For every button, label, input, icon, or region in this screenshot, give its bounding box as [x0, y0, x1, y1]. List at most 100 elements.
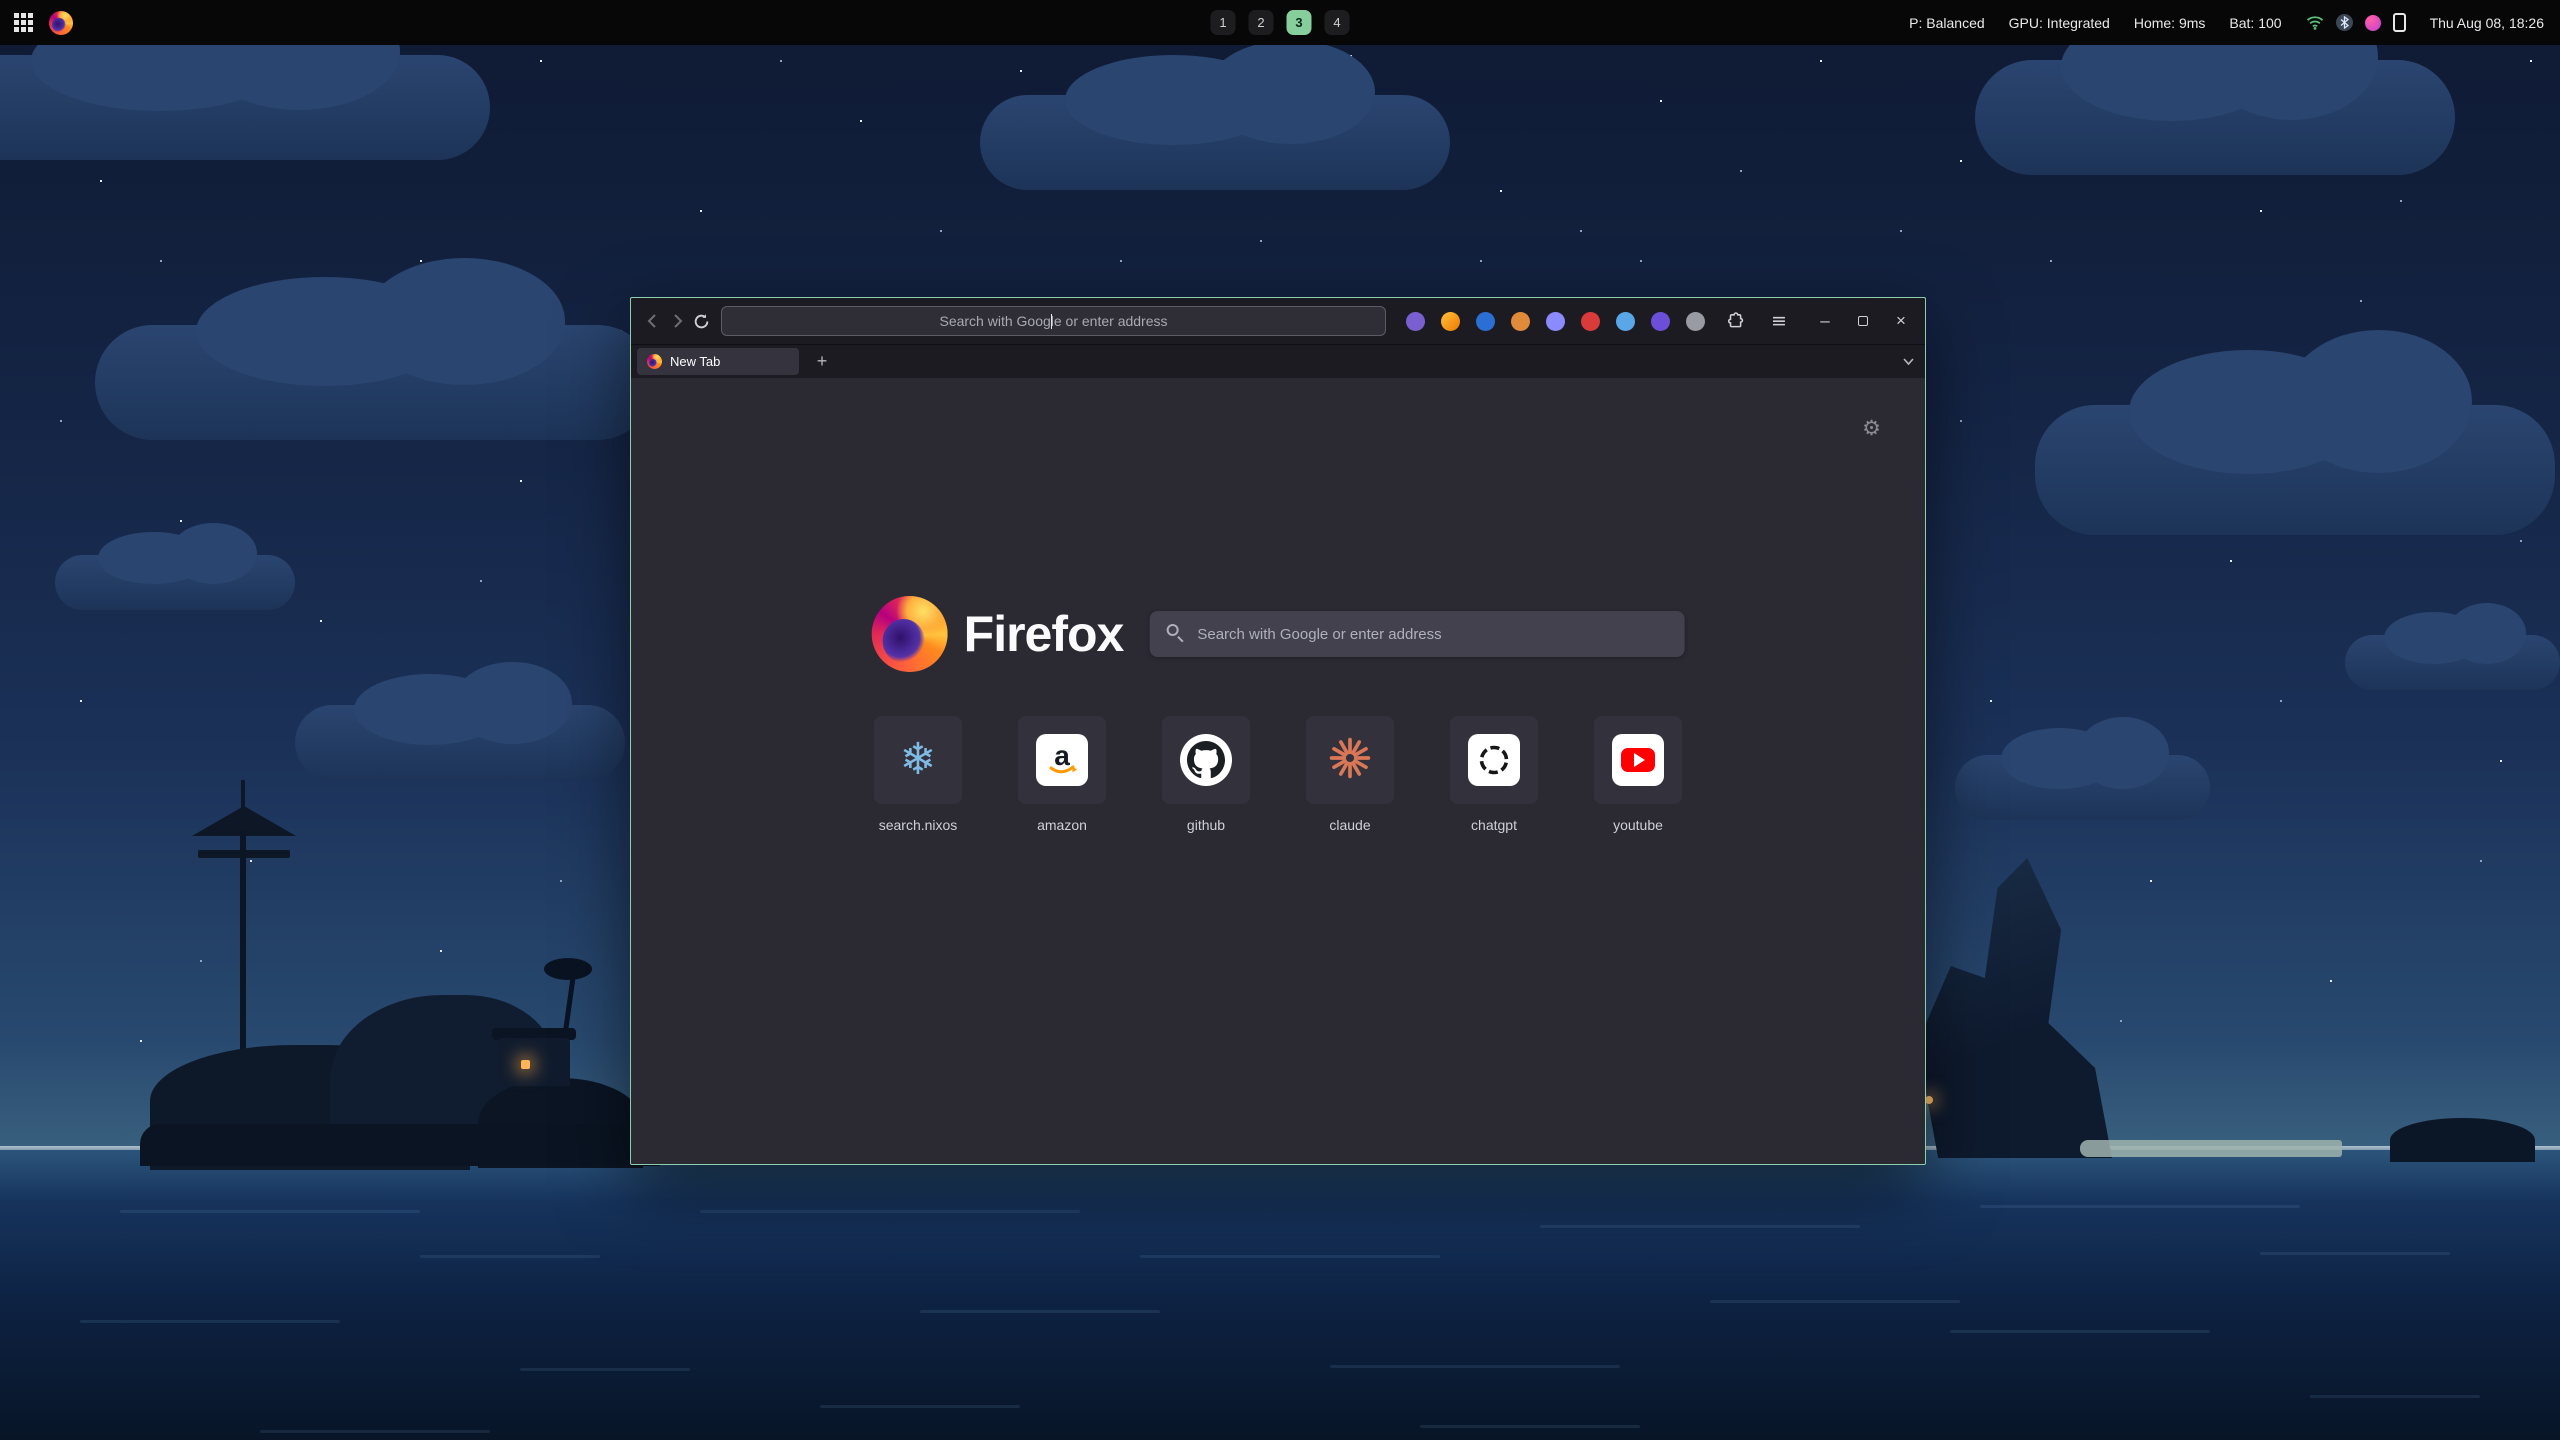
wave-streak — [1980, 1205, 2300, 1208]
wallpaper-palm-tree — [544, 958, 592, 980]
nixos-snowflake-glyph: ❄ — [900, 738, 937, 782]
newtab-settings-gear-icon[interactable]: ⚙ — [1862, 416, 1881, 440]
newtab-search-box — [1149, 611, 1684, 657]
shortcut-label: chatgpt — [1471, 817, 1517, 833]
claude-icon — [1327, 735, 1373, 786]
wave-streak — [260, 1430, 490, 1433]
shortcut-label: github — [1187, 817, 1225, 833]
tab-new-tab[interactable]: New Tab — [637, 348, 799, 375]
topbar-tray — [2306, 13, 2406, 32]
extension-icon-4[interactable] — [1511, 312, 1530, 331]
shortcut-claude[interactable]: claude — [1306, 716, 1394, 833]
new-tab-button[interactable]: + — [809, 349, 835, 375]
app-launcher-icon[interactable] — [14, 13, 33, 32]
chatgpt-icon — [1468, 734, 1520, 786]
tab-favicon-firefox-icon — [647, 354, 662, 369]
svg-text:a: a — [1054, 740, 1070, 771]
extension-icon-9[interactable] — [1686, 312, 1705, 331]
wallpaper-cloud — [55, 555, 295, 610]
wifi-icon[interactable] — [2306, 15, 2324, 30]
extension-icon-2[interactable] — [1441, 312, 1460, 331]
wallpaper-cliff-light — [1925, 1096, 1933, 1104]
i-beam-cursor — [1051, 314, 1052, 329]
wallpaper-far-rock — [2390, 1118, 2535, 1162]
wave-streak — [700, 1210, 1080, 1213]
device-icon[interactable] — [2393, 13, 2406, 32]
wallpaper-beach — [2080, 1140, 2342, 1157]
desktop: 1 2 3 4 P: Balanced GPU: Integrated Home… — [0, 0, 2560, 1440]
workspace-button-1[interactable]: 1 — [1211, 10, 1236, 35]
tab-bar: New Tab + — [631, 344, 1925, 378]
extension-icon-7[interactable] — [1616, 312, 1635, 331]
power-profile-status: P: Balanced — [1909, 15, 1985, 31]
wallpaper-sea — [0, 1150, 2560, 1440]
extension-icon-3[interactable] — [1476, 312, 1495, 331]
amazon-icon: a — [1036, 734, 1088, 786]
minimize-button[interactable]: – — [1813, 309, 1837, 333]
wallpaper-cloud — [95, 325, 655, 440]
window-controls: – × — [1813, 309, 1913, 333]
topbar-left — [0, 11, 73, 35]
wallpaper-cloud — [2345, 635, 2560, 690]
shortcut-amazon[interactable]: a amazon — [1018, 716, 1106, 833]
tab-list-chevron-icon[interactable] — [1902, 357, 1915, 366]
workspace-button-3[interactable]: 3 — [1287, 10, 1312, 35]
wave-streak — [1540, 1225, 1860, 1228]
wave-streak — [120, 1210, 420, 1213]
wallpaper-hut-light — [521, 1060, 530, 1069]
shortcut-tiles: ❄ search.nixos a amazo — [874, 716, 1682, 833]
menu-hamburger-icon[interactable]: ≡ — [1765, 307, 1793, 335]
color-picker-icon[interactable] — [2365, 15, 2381, 31]
nixos-icon: ❄ — [874, 716, 962, 804]
search-icon — [1166, 624, 1178, 636]
firefox-wordmark: Firefox — [964, 605, 1124, 663]
bluetooth-icon[interactable] — [2336, 14, 2353, 31]
extension-icon-6[interactable] — [1581, 312, 1600, 331]
new-tab-page: ⚙ Firefox ❄ search.nixos — [631, 378, 1925, 1164]
github-icon — [1180, 734, 1232, 786]
shortcut-github[interactable]: github — [1162, 716, 1250, 833]
browser-toolbar: ≡ – × — [631, 298, 1925, 344]
wave-streak — [1710, 1300, 1960, 1303]
extension-icon-8[interactable] — [1651, 312, 1670, 331]
shortcut-search-nixos[interactable]: ❄ search.nixos — [874, 716, 962, 833]
shortcut-chatgpt[interactable]: chatgpt — [1450, 716, 1538, 833]
wallpaper-hut — [498, 1038, 570, 1086]
workspace-button-2[interactable]: 2 — [1249, 10, 1274, 35]
wave-streak — [820, 1405, 1020, 1408]
wallpaper-cloud — [295, 705, 625, 780]
wave-streak — [920, 1310, 1160, 1313]
url-input[interactable] — [722, 307, 1385, 335]
wallpaper-cloud — [1955, 755, 2210, 820]
maximize-button[interactable] — [1851, 309, 1875, 333]
reload-button[interactable] — [689, 307, 713, 335]
newtab-search-input[interactable] — [1149, 611, 1684, 657]
top-status-bar: 1 2 3 4 P: Balanced GPU: Integrated Home… — [0, 0, 2560, 45]
wave-streak — [520, 1368, 690, 1371]
back-button[interactable] — [641, 307, 665, 335]
wave-streak — [1330, 1365, 1620, 1368]
wave-streak — [2260, 1252, 2450, 1255]
clock[interactable]: Thu Aug 08, 18:26 — [2430, 15, 2544, 31]
shortcut-label: amazon — [1037, 817, 1087, 833]
firefox-logo — [872, 596, 948, 672]
wallpaper-left-shore — [140, 1124, 660, 1166]
youtube-icon — [1612, 734, 1664, 786]
workspace-button-4[interactable]: 4 — [1325, 10, 1350, 35]
extensions-puzzle-icon[interactable] — [1721, 307, 1749, 335]
wallpaper-cloud — [1975, 60, 2455, 175]
extensions-row: ≡ — [1406, 307, 1793, 335]
wave-streak — [1140, 1255, 1440, 1258]
wave-streak — [1950, 1330, 2210, 1333]
wallpaper-cloud — [0, 55, 490, 160]
close-button[interactable]: × — [1889, 309, 1913, 333]
tab-label: New Tab — [670, 354, 720, 369]
extension-icon-1[interactable] — [1406, 312, 1425, 331]
wallpaper-cloud — [2035, 405, 2555, 535]
forward-button[interactable] — [665, 307, 689, 335]
extension-icon-5[interactable] — [1546, 312, 1565, 331]
firefox-indicator-icon[interactable] — [49, 11, 73, 35]
battery-status: Bat: 100 — [2229, 15, 2281, 31]
wave-streak — [420, 1255, 600, 1258]
shortcut-youtube[interactable]: youtube — [1594, 716, 1682, 833]
